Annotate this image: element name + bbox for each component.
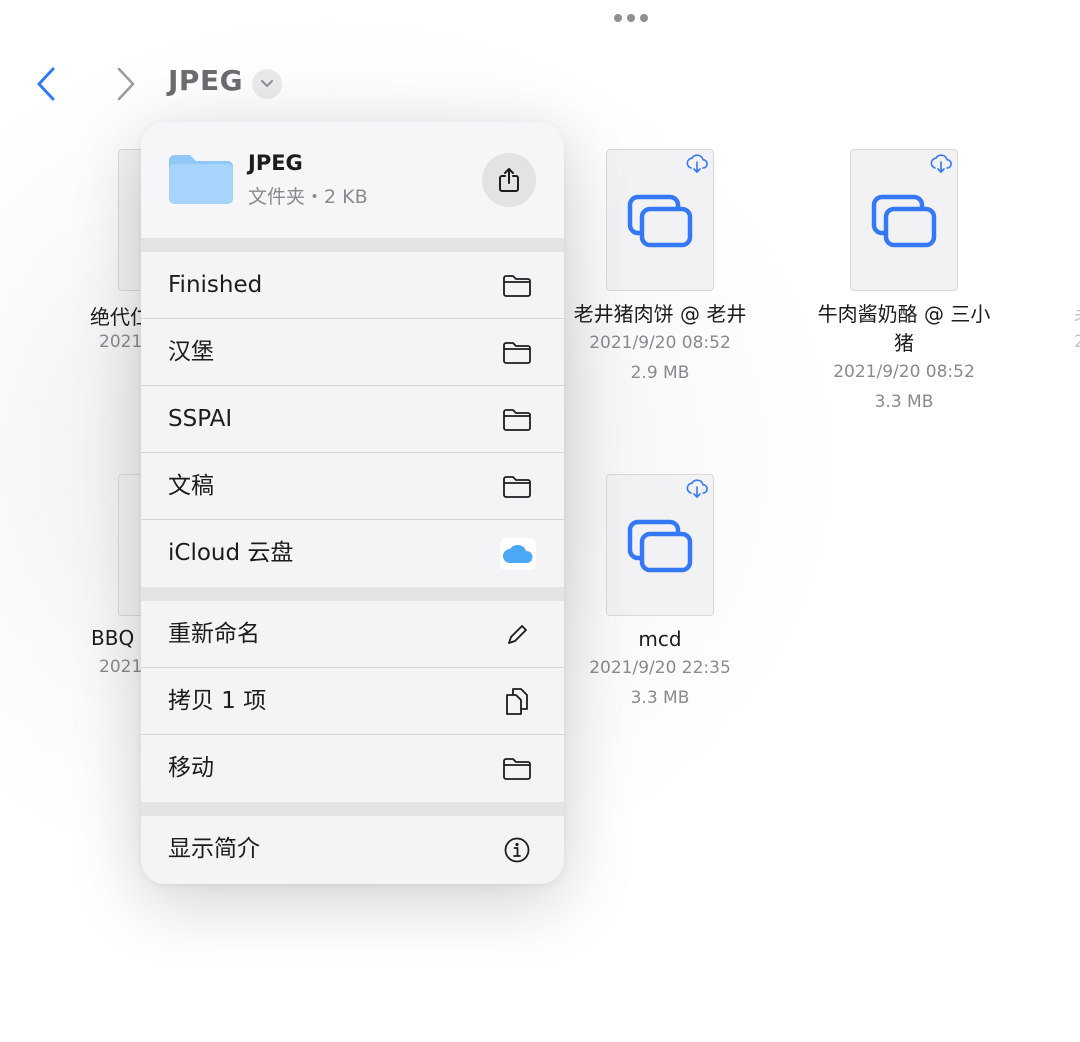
info-icon [502,836,532,864]
folder-icon [502,339,532,367]
folder-icon [502,406,532,434]
file-name: mcd [638,627,682,651]
file-thumbnail[interactable] [606,474,714,616]
title-menu-chevron-icon[interactable] [252,69,282,99]
menu-item-move[interactable]: 移动 [141,735,564,802]
cloud-download-icon [686,479,708,498]
menu-item-label: 拷贝 1 项 [168,688,267,714]
more-options-icon[interactable] [614,14,648,22]
file-name-partial: 老 [1074,301,1080,330]
menu-separator [141,802,564,816]
page-title: JPEG [168,64,244,97]
menu-item-icloud-drive[interactable]: iCloud 云盘 [141,520,564,587]
image-stack-icon [627,519,693,573]
file-name-line2: 猪 [894,331,914,355]
folder-icon [502,755,532,783]
share-icon [499,168,519,192]
folder-icon [169,155,233,204]
menu-item-label: Finished [168,272,263,298]
file-date: 2021/9/20 08:52 [589,333,731,353]
menu-header: JPEG 文件夹・2 KB [141,122,564,238]
menu-item-label: iCloud 云盘 [168,540,294,566]
file-size: 2.9 MB [630,363,690,383]
file-date: 2021/9/20 08:52 [833,362,975,382]
file-date-partial: 2021 [99,657,143,677]
menu-item-label: 汉堡 [168,339,214,365]
menu-item-get-info[interactable]: 显示简介 [141,816,564,884]
pencil-icon [502,621,532,649]
folder-icon [502,272,532,300]
file-size: 3.3 MB [630,688,690,708]
menu-item-label: 重新命名 [168,621,260,647]
menu-separator [141,238,564,252]
file-size: 3.3 MB [874,392,934,412]
menu-item-rename[interactable]: 重新命名 [141,601,564,668]
context-menu: JPEG 文件夹・2 KB Finished 汉堡 SSPAI 文稿 iClou… [141,122,564,884]
forward-chevron-icon[interactable] [114,66,138,102]
menu-item-label: 显示简介 [168,836,260,862]
menu-item-sspai[interactable]: SSPAI [141,386,564,453]
file-date-partial: 2 [1074,332,1080,352]
file-date: 2021/9/20 22:35 [589,658,731,678]
file-thumbnail[interactable] [850,149,958,291]
menu-item-label: 文稿 [168,473,214,499]
icloud-icon [500,538,536,570]
menu-item-finished[interactable]: Finished [141,252,564,319]
menu-header-subtitle: 文件夹・2 KB [248,186,368,208]
folder-icon [502,473,532,501]
file-name: 老井猪肉饼 @ 老井 [573,302,747,326]
image-stack-icon [871,194,937,248]
file-date-partial: 2021 [99,332,143,352]
file-thumbnail[interactable] [606,149,714,291]
share-button[interactable] [482,153,536,207]
back-chevron-icon[interactable] [34,66,58,102]
menu-item-label: 移动 [168,755,214,781]
cloud-download-icon [930,154,952,173]
file-name-partial: BBQ [91,626,135,650]
menu-header-title: JPEG [248,151,303,175]
menu-item-label: SSPAI [168,406,233,432]
menu-item-copy[interactable]: 拷贝 1 项 [141,668,564,735]
copy-icon [502,688,532,716]
image-stack-icon [627,194,693,248]
menu-item-documents[interactable]: 文稿 [141,453,564,520]
menu-item-hamburger[interactable]: 汉堡 [141,319,564,386]
cloud-download-icon [686,154,708,173]
file-name: 牛肉酱奶酪 @ 三小 [817,302,991,326]
menu-separator [141,587,564,601]
